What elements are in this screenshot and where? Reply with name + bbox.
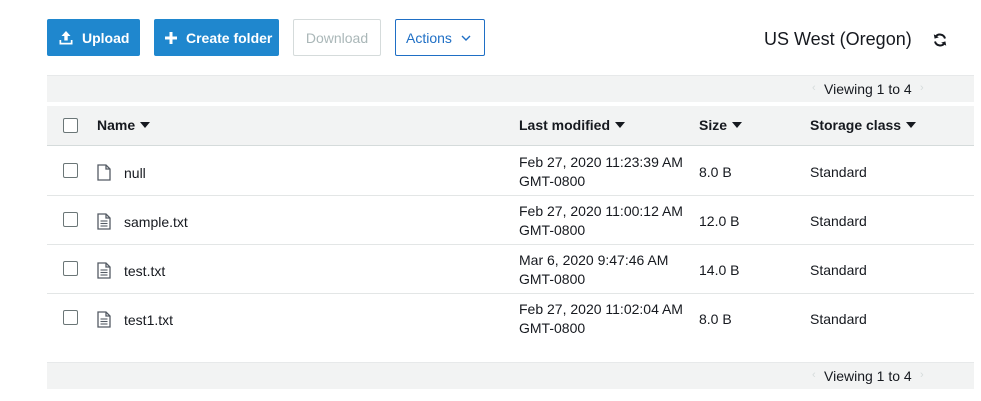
last-modified-timezone: GMT-0800: [519, 271, 586, 287]
size-cell: 14.0 B: [699, 262, 740, 278]
size-cell: 8.0 B: [699, 311, 732, 327]
pager-bottom: ‹ Viewing 1 to 4 ›: [47, 362, 974, 389]
blank-file-icon: [97, 164, 111, 181]
object-name-link[interactable]: test1.txt: [124, 312, 173, 328]
chevron-right-icon[interactable]: ›: [920, 369, 924, 381]
column-header-size[interactable]: Size: [699, 117, 743, 133]
last-modified-date: Feb 27, 2020 11:00:12 AM: [519, 203, 683, 219]
last-modified-cell: Feb 27, 2020 11:23:39 AM GMT-0800: [519, 153, 683, 191]
table-row[interactable]: test1.txt Feb 27, 2020 11:02:04 AM GMT-0…: [47, 294, 974, 343]
last-modified-cell: Feb 27, 2020 11:00:12 AM GMT-0800: [519, 202, 683, 240]
upload-button[interactable]: Upload: [47, 19, 140, 56]
row-checkbox[interactable]: [63, 163, 78, 178]
upload-label: Upload: [82, 29, 130, 46]
pager-top-text: Viewing 1 to 4: [824, 81, 912, 97]
object-name-link[interactable]: sample.txt: [124, 214, 188, 230]
download-label: Download: [305, 29, 369, 46]
column-storage-class-label: Storage class: [810, 117, 902, 133]
column-size-label: Size: [699, 117, 728, 133]
table-row[interactable]: null Feb 27, 2020 11:23:39 AM GMT-0800 8…: [47, 147, 974, 196]
storage-class-cell: Standard: [810, 311, 867, 327]
row-checkbox[interactable]: [63, 261, 78, 276]
last-modified-date: Feb 27, 2020 11:23:39 AM: [519, 154, 683, 170]
object-name-link[interactable]: test.txt: [124, 263, 165, 279]
plus-icon: [164, 29, 178, 47]
row-checkbox[interactable]: [63, 212, 78, 227]
sort-caret-icon: [615, 122, 626, 128]
text-file-icon: [97, 262, 111, 279]
text-file-icon: [97, 311, 111, 328]
table-header: Name Last modified Size Storage class: [47, 106, 974, 146]
last-modified-timezone: GMT-0800: [519, 222, 586, 238]
row-checkbox[interactable]: [63, 310, 78, 325]
s3-bucket-browser: Upload Create folder Download Actions US…: [0, 0, 981, 401]
column-header-storage-class[interactable]: Storage class: [810, 117, 917, 133]
table-row[interactable]: test.txt Mar 6, 2020 9:47:46 AM GMT-0800…: [47, 245, 974, 294]
size-cell: 12.0 B: [699, 213, 740, 229]
actions-label: Actions: [406, 29, 452, 46]
create-folder-button[interactable]: Create folder: [154, 19, 279, 56]
object-name-cell: test.txt: [97, 262, 165, 279]
table-row[interactable]: sample.txt Feb 27, 2020 11:00:12 AM GMT-…: [47, 196, 974, 245]
region-label: US West (Oregon): [764, 29, 912, 49]
sort-caret-icon: [906, 122, 917, 128]
text-file-icon: [97, 213, 111, 230]
storage-class-cell: Standard: [810, 213, 867, 229]
column-header-last-modified[interactable]: Last modified: [519, 117, 626, 133]
object-name-cell: null: [97, 164, 146, 181]
object-name-link[interactable]: null: [124, 165, 146, 181]
refresh-icon[interactable]: [931, 31, 949, 49]
chevron-down-icon: [461, 35, 471, 41]
object-name-cell: test1.txt: [97, 311, 173, 328]
last-modified-timezone: GMT-0800: [519, 320, 586, 336]
chevron-left-icon[interactable]: ‹: [812, 82, 816, 94]
column-name-label: Name: [97, 117, 136, 133]
select-all-checkbox[interactable]: [63, 118, 78, 133]
column-header-name[interactable]: Name: [97, 117, 151, 133]
last-modified-cell: Mar 6, 2020 9:47:46 AM GMT-0800: [519, 251, 668, 289]
chevron-right-icon[interactable]: ›: [920, 82, 924, 94]
download-button[interactable]: Download: [293, 19, 381, 56]
sort-caret-icon: [140, 122, 151, 128]
actions-dropdown[interactable]: Actions: [395, 19, 485, 56]
storage-class-cell: Standard: [810, 262, 867, 278]
toolbar: Upload Create folder Download Actions: [47, 19, 499, 56]
last-modified-date: Feb 27, 2020 11:02:04 AM: [519, 301, 683, 317]
sort-caret-icon: [732, 122, 743, 128]
object-name-cell: sample.txt: [97, 213, 188, 230]
last-modified-date: Mar 6, 2020 9:47:46 AM: [519, 252, 669, 268]
create-folder-label: Create folder: [186, 29, 273, 46]
column-last-modified-label: Last modified: [519, 117, 611, 133]
storage-class-cell: Standard: [810, 164, 867, 180]
pager-bottom-text: Viewing 1 to 4: [824, 368, 912, 384]
size-cell: 8.0 B: [699, 164, 732, 180]
last-modified-cell: Feb 27, 2020 11:02:04 AM GMT-0800: [519, 300, 683, 338]
chevron-left-icon[interactable]: ‹: [812, 369, 816, 381]
last-modified-timezone: GMT-0800: [519, 173, 586, 189]
upload-icon: [58, 29, 74, 47]
pager-top: ‹ Viewing 1 to 4 ›: [47, 75, 974, 102]
